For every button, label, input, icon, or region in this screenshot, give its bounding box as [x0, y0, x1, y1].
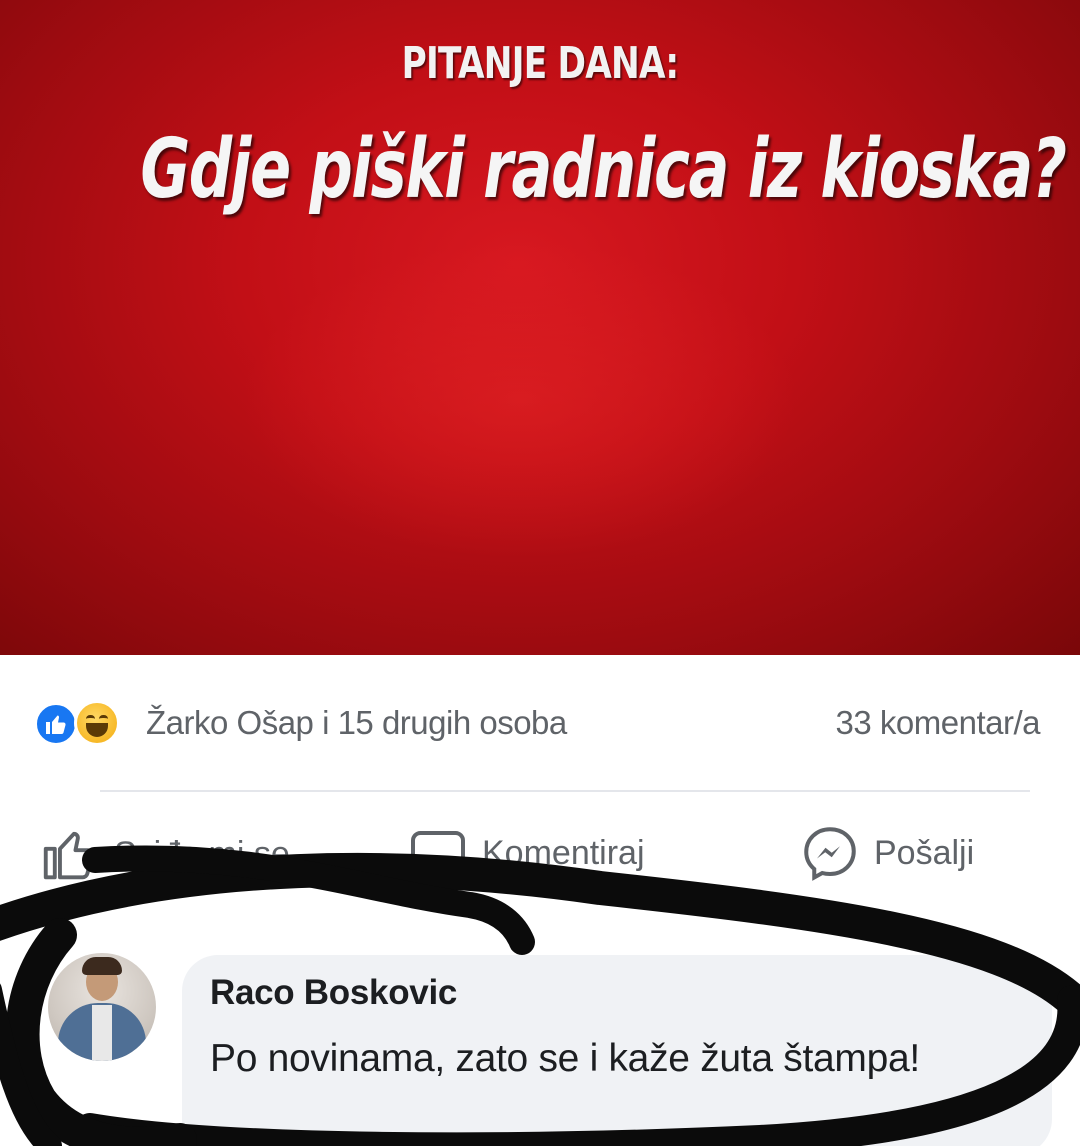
comment-count[interactable]: 33 komentar/a	[836, 704, 1041, 742]
reaction-icons[interactable]	[34, 700, 144, 746]
reactions-bar: Žarko Ošap i 15 drugih osoba 33 komentar…	[0, 690, 1080, 754]
like-reaction-icon	[34, 702, 78, 746]
avatar[interactable]	[48, 953, 156, 1061]
comment-button[interactable]: Komentiraj	[408, 823, 645, 883]
headline: Gdje piški radnica iz kioska?	[140, 122, 1067, 217]
like-button-label: Sviđa mi se	[114, 834, 290, 873]
comment-text: Po novinama, zato se i kaže žuta štampa!	[210, 1037, 920, 1080]
background-glow	[240, 240, 800, 560]
headline-kicker: PITANJE DANA:	[401, 38, 679, 89]
divider	[100, 790, 1030, 792]
comment: Raco Boskovic Po novinama, zato se i kaž…	[0, 935, 1080, 1146]
like-button[interactable]: Sviđa mi se	[38, 823, 290, 885]
reactors-summary[interactable]: Žarko Ošap i 15 drugih osoba	[146, 704, 567, 742]
comment-bubble-icon	[411, 831, 465, 878]
haha-reaction-icon	[74, 700, 120, 746]
thumbs-up-icon	[43, 831, 95, 880]
post-actions: Sviđa mi se Komentiraj Pošalji	[0, 815, 1080, 905]
messenger-icon	[804, 827, 856, 881]
comment-button-label: Komentiraj	[482, 833, 645, 872]
send-button[interactable]: Pošalji	[800, 823, 974, 883]
send-button-label: Pošalji	[874, 833, 975, 872]
post-image[interactable]: PITANJE DANA: Gdje piški radnica iz kios…	[0, 0, 1080, 655]
comment-author[interactable]: Raco Boskovic	[210, 973, 457, 1013]
